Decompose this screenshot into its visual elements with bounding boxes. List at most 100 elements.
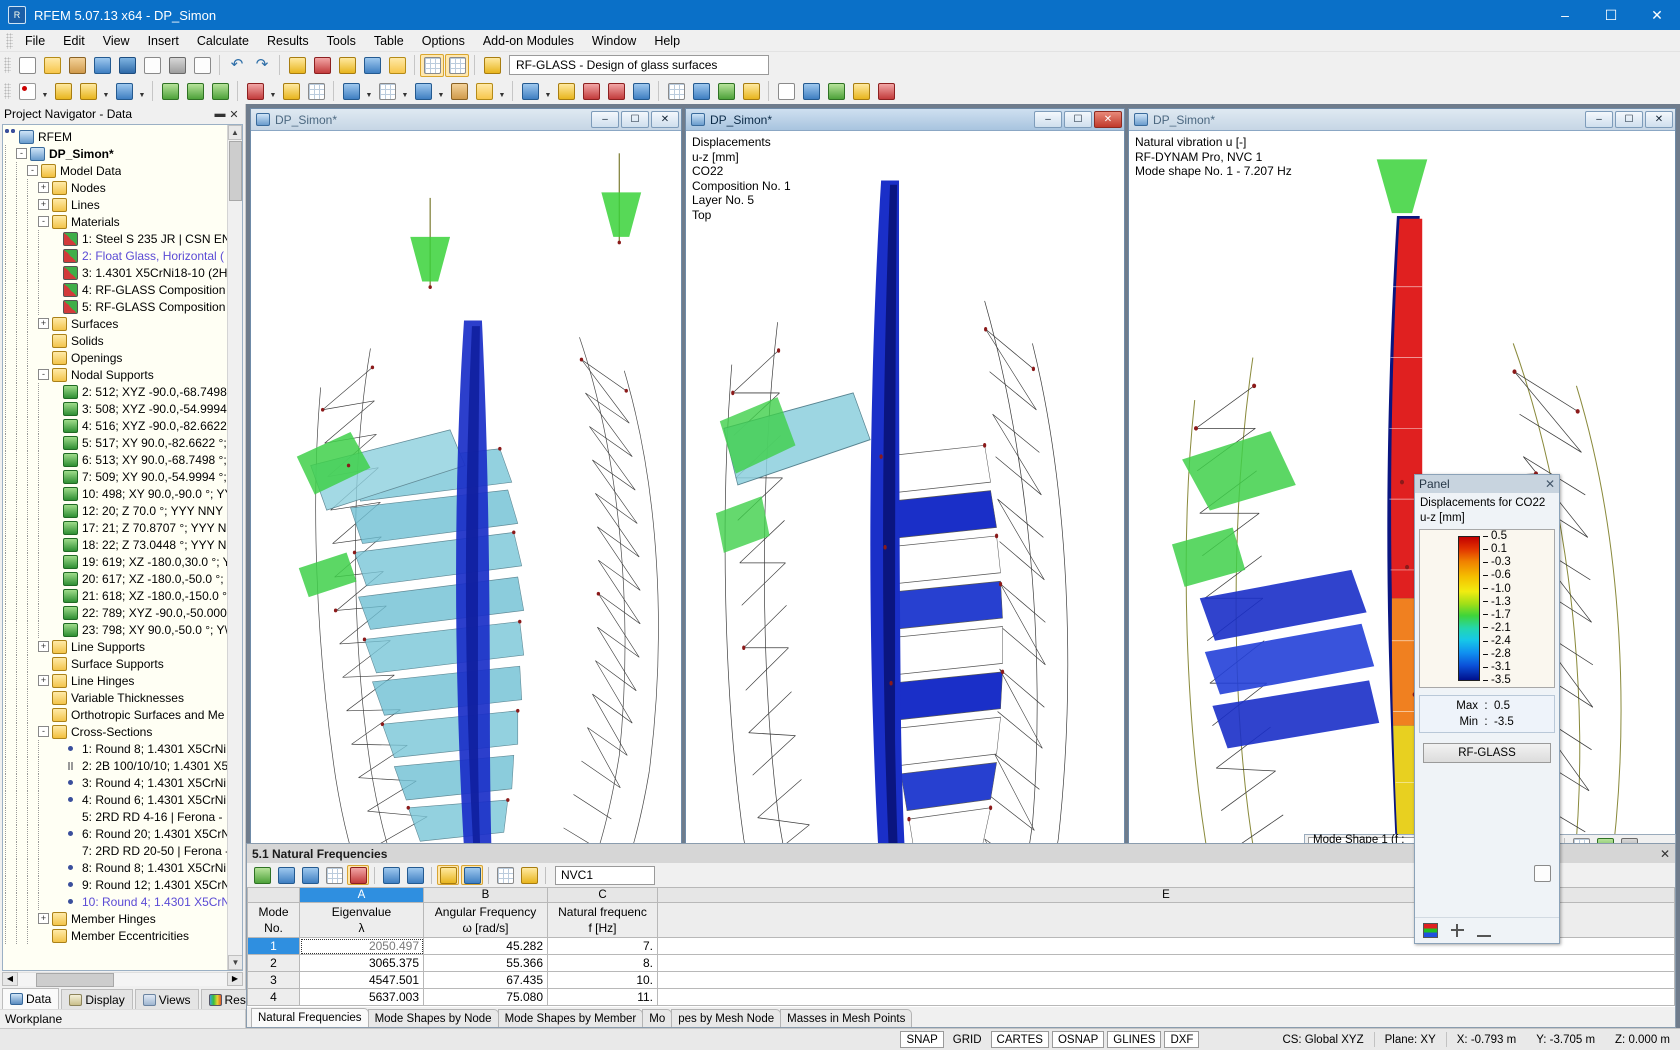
- table-tab[interactable]: Mode Shapes by Member: [497, 1009, 644, 1027]
- tree-item[interactable]: 8: Round 8; 1.4301 X5CrNi: [5, 859, 242, 876]
- panel-factors-icon[interactable]: [1477, 923, 1492, 938]
- panel-colors-icon[interactable]: [1423, 923, 1438, 938]
- panel-scale-icon[interactable]: [1450, 923, 1465, 938]
- tree-item[interactable]: 18: 22; Z 73.0448 °; YYY NI: [5, 536, 242, 553]
- tree-item[interactable]: 3: Round 4; 1.4301 X5CrNi: [5, 774, 242, 791]
- table-cell-angular-frequency[interactable]: 45.282: [423, 937, 548, 955]
- status-toggle-glines[interactable]: GLINES: [1107, 1031, 1162, 1048]
- tree-expander[interactable]: -: [16, 148, 27, 159]
- tree-expander[interactable]: +: [38, 318, 49, 329]
- new-node-dropdown[interactable]: ▼: [40, 80, 50, 103]
- table-export-icon[interactable]: [299, 865, 321, 885]
- table-edit-icon[interactable]: [518, 865, 540, 885]
- pin-icon[interactable]: ▬: [213, 108, 227, 120]
- tree-item[interactable]: 2: 512; XYZ -90.0,-68.7498,: [5, 383, 242, 400]
- tree-item[interactable]: Member Eccentricities: [5, 927, 242, 944]
- tree-item[interactable]: - Nodal Supports: [5, 366, 242, 383]
- tree-item[interactable]: 1: Steel S 235 JR | CSN EN: [5, 230, 242, 247]
- zoom-icon[interactable]: [310, 54, 334, 77]
- member-load-icon[interactable]: [279, 80, 303, 103]
- table-cell-blank[interactable]: [657, 988, 1675, 1006]
- table-row[interactable]: 4 5637.003 75.080 11.: [247, 988, 1675, 1006]
- view-top-icon[interactable]: [714, 80, 738, 103]
- view-iso-icon[interactable]: [689, 80, 713, 103]
- loads-dropdown[interactable]: ▼: [497, 80, 507, 103]
- table-cell-natural-frequency[interactable]: 7.: [547, 937, 658, 955]
- fe-mesh-icon[interactable]: [375, 80, 399, 103]
- table-cell-angular-frequency[interactable]: 55.366: [423, 954, 548, 972]
- tree-expander[interactable]: -: [27, 165, 38, 176]
- tree-item[interactable]: 3: 508; XYZ -90.0,-54.9994,: [5, 400, 242, 417]
- table-cell-blank[interactable]: [657, 971, 1675, 989]
- visibility-icon[interactable]: [849, 80, 873, 103]
- tree-expander[interactable]: -: [38, 369, 49, 380]
- navigator-tree-panel[interactable]: RFEM - DP_Simon* - Model Data + Nodes + Lines - Ma…: [2, 124, 243, 971]
- tree-expander[interactable]: -: [38, 216, 49, 227]
- table-prev-icon[interactable]: [380, 865, 402, 885]
- save-icon[interactable]: [115, 54, 139, 77]
- table-insert-row-icon[interactable]: [275, 865, 297, 885]
- mesh-icon[interactable]: [339, 80, 363, 103]
- new-member-dropdown[interactable]: ▼: [101, 80, 111, 103]
- calculate-icon[interactable]: [411, 80, 435, 103]
- new-node-icon[interactable]: [15, 80, 39, 103]
- navigator-tab[interactable]: Views: [134, 989, 199, 1009]
- color-legend[interactable]: 0.5 0.1 -0.3 -0.6 -1.0 -1.3 -1.7 -2.1 -2.4 -2.8 -3…: [1419, 529, 1555, 688]
- surface-support-icon[interactable]: [208, 80, 232, 103]
- menu-help[interactable]: Help: [645, 31, 689, 51]
- status-toggle-osnap[interactable]: OSNAP: [1051, 1031, 1105, 1048]
- navigator-vertical-scrollbar[interactable]: ▲ ▼: [227, 125, 242, 970]
- tree-item[interactable]: 7: 509; XY 90.0,-54.9994 °;: [5, 468, 242, 485]
- print-preview-icon[interactable]: [190, 54, 214, 77]
- tree-item[interactable]: 2: Float Glass, Horizontal (: [5, 247, 242, 264]
- menu-results[interactable]: Results: [258, 31, 318, 51]
- tree-item[interactable]: 3: 1.4301 X5CrNi18-10 (2H: [5, 264, 242, 281]
- table-tab[interactable]: Natural Frequencies: [251, 1008, 369, 1027]
- tree-item[interactable]: Variable Thicknesses: [5, 689, 242, 706]
- table-redo-icon[interactable]: [461, 865, 483, 885]
- table-cell-blank[interactable]: [657, 954, 1675, 972]
- tree-item[interactable]: 1: Round 8; 1.4301 X5CrNi: [5, 740, 242, 757]
- menu-tools[interactable]: Tools: [318, 31, 365, 51]
- view-middle-minimize[interactable]: –: [1034, 111, 1062, 128]
- nodal-support-icon[interactable]: [158, 80, 182, 103]
- scroll-thumb[interactable]: [229, 141, 242, 201]
- status-toggle-grid[interactable]: GRID: [946, 1031, 988, 1048]
- mesh-dropdown[interactable]: ▼: [364, 80, 374, 103]
- navigator-close-icon[interactable]: ✕: [227, 108, 241, 121]
- new-member-icon[interactable]: [76, 80, 100, 103]
- tree-item[interactable]: 21: 618; XZ -180.0,-150.0 °: [5, 587, 242, 604]
- results-dropdown[interactable]: ▼: [543, 80, 553, 103]
- table-cell-angular-frequency[interactable]: 67.435: [423, 971, 548, 989]
- printout-report-icon[interactable]: [140, 54, 164, 77]
- tree-item[interactable]: 6: Round 20; 1.4301 X5CrN: [5, 825, 242, 842]
- show-panel-icon[interactable]: [445, 53, 469, 77]
- navigator-tab[interactable]: Data: [2, 988, 60, 1009]
- clipping-icon[interactable]: [824, 80, 848, 103]
- new-surface-dropdown[interactable]: ▼: [137, 80, 147, 103]
- maximize-button[interactable]: ☐: [1588, 0, 1634, 30]
- fe-mesh-dropdown[interactable]: ▼: [400, 80, 410, 103]
- tree-item[interactable]: 20: 617; XZ -180.0,-50.0 °;: [5, 570, 242, 587]
- tree-item[interactable]: 9: Round 12; 1.4301 X5CrN: [5, 876, 242, 893]
- col-letter-c[interactable]: C: [547, 887, 658, 903]
- dim-icon[interactable]: [774, 80, 798, 103]
- view-right-close[interactable]: ✕: [1645, 111, 1673, 128]
- print-icon[interactable]: [165, 54, 189, 77]
- menu-insert[interactable]: Insert: [139, 31, 188, 51]
- isoline-icon[interactable]: [579, 80, 603, 103]
- table-filter-icon[interactable]: [323, 865, 345, 885]
- tree-item[interactable]: RFEM: [5, 128, 242, 145]
- menu-calculate[interactable]: Calculate: [188, 31, 258, 51]
- new-surface-icon[interactable]: [112, 80, 136, 103]
- minimize-button[interactable]: –: [1542, 0, 1588, 30]
- table-cell-mode-no[interactable]: 2: [247, 954, 300, 972]
- table-cell-mode-no[interactable]: 1: [247, 937, 300, 955]
- redo-icon[interactable]: ↷: [250, 54, 274, 77]
- new-line-icon[interactable]: [51, 80, 75, 103]
- hscroll-thumb[interactable]: [36, 973, 114, 987]
- col-letter-b[interactable]: B: [423, 887, 548, 903]
- section-icon[interactable]: [629, 80, 653, 103]
- addon-module-icon[interactable]: [480, 54, 504, 77]
- tree-item[interactable]: - Materials: [5, 213, 242, 230]
